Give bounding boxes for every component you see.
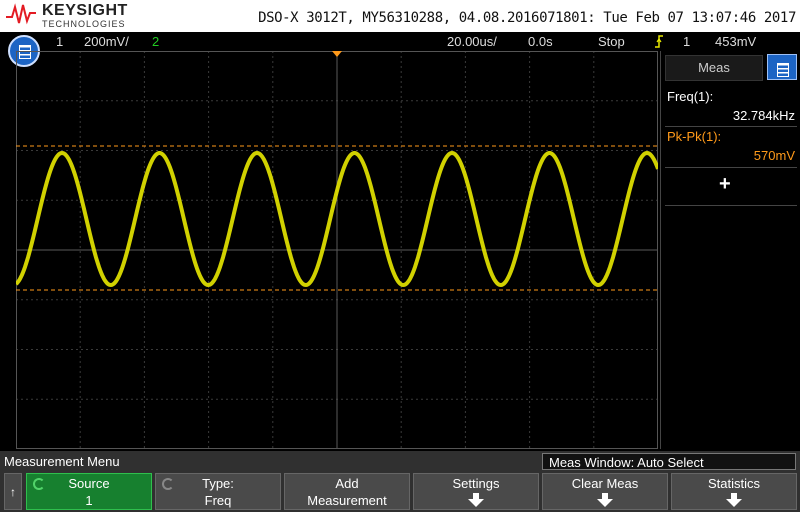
brand-subtitle: TECHNOLOGIES [42, 19, 126, 29]
title-bar: KEYSIGHT TECHNOLOGIES DSO-X 3012T, MY563… [0, 0, 800, 32]
horizontal-delay[interactable]: 0.0s [528, 34, 553, 49]
waveform-display[interactable]: T 1 [16, 51, 658, 449]
divider [665, 126, 797, 127]
settings-softkey[interactable]: Settings [413, 473, 539, 510]
panel-menu-button[interactable] [767, 54, 797, 80]
softkey-label: Settings [452, 476, 500, 491]
freq-label: Freq(1): [667, 89, 714, 104]
menu-title: Measurement Menu [4, 454, 120, 469]
submenu-arrow-icon [726, 493, 742, 507]
timebase-scale[interactable]: 20.00us/ [447, 34, 497, 49]
trigger-position-marker [332, 51, 342, 57]
freq-value: 32.784kHz [732, 108, 795, 123]
run-state[interactable]: Stop [598, 34, 625, 49]
add-measurement-softkey[interactable]: Add Measurement [284, 473, 410, 510]
softkey-value: Freq [204, 493, 232, 508]
brand-name: KEYSIGHT [42, 2, 128, 19]
add-measurement-icon[interactable]: + [719, 173, 731, 196]
measurement-panel: Meas Freq(1): 32.784kHz Pk-Pk(1): 570mV … [660, 51, 800, 449]
status-bar: 1 200mV/ 2 20.00us/ 0.0s Stop 1 453mV [0, 32, 800, 51]
trigger-level[interactable]: 453mV [715, 34, 756, 49]
channel2-number[interactable]: 2 [152, 34, 159, 49]
back-up-button[interactable]: ↑ [4, 473, 22, 510]
pkpk-label: Pk-Pk(1): [667, 129, 722, 144]
softkey-label: Add [335, 476, 359, 491]
device-info: DSO-X 3012T, MY56310288, 04.08.201607180… [258, 10, 796, 26]
statistics-softkey[interactable]: Statistics [671, 473, 797, 510]
softkey-label: Type: [202, 476, 234, 491]
submenu-arrow-icon [468, 493, 484, 507]
divider [665, 167, 797, 168]
pkpk-value: 570mV [753, 148, 795, 163]
channel1-scale[interactable]: 200mV/ [84, 34, 129, 49]
softkey-label: Source [68, 476, 110, 491]
trigger-edge-icon [655, 35, 663, 48]
trigger-channel[interactable]: 1 [683, 34, 690, 49]
submenu-arrow-icon [597, 493, 613, 507]
keysight-logo-icon [6, 3, 36, 25]
type-softkey[interactable]: Type: Freq [155, 473, 281, 510]
channel1-number[interactable]: 1 [56, 34, 63, 49]
softkey-value: 1 [85, 493, 93, 508]
softkey-menu: Measurement Menu Meas Window: Auto Selec… [0, 451, 800, 512]
source-softkey[interactable]: Source 1 [26, 473, 152, 510]
clear-meas-softkey[interactable]: Clear Meas [542, 473, 668, 510]
softkey-label: Clear Meas [571, 476, 639, 491]
meas-window-status: Meas Window: Auto Select [542, 453, 796, 470]
softkey-label-line2: Measurement [307, 493, 387, 508]
tab-meas[interactable]: Meas [665, 55, 763, 81]
softkey-label: Statistics [707, 476, 760, 491]
divider [665, 205, 797, 206]
